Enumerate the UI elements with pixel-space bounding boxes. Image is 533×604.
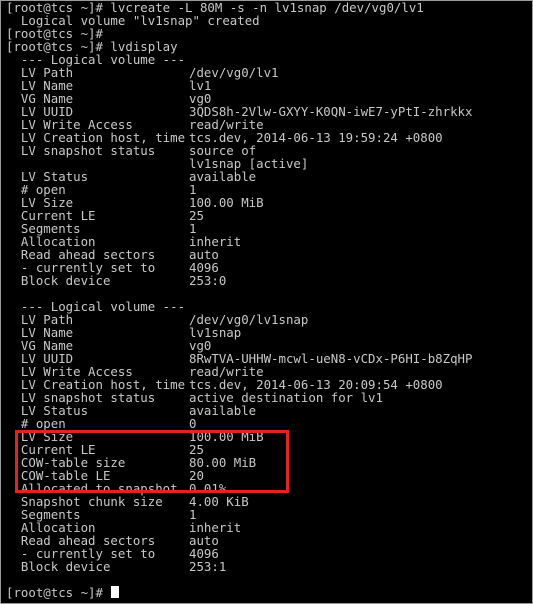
lv-field-value: available	[189, 403, 257, 418]
lv-field-row: Current LE 25	[6, 209, 532, 222]
lv-field-row: Block device 253:0	[6, 274, 532, 287]
lv-field-row: LV Path/dev/vg0/lv1	[6, 66, 532, 79]
lv-field-row: LV Status available	[6, 170, 532, 183]
lv-field-row: Block device 253:1	[6, 560, 532, 573]
prompt-line[interactable]: [root@tcs ~]#	[6, 586, 532, 599]
terminal-window[interactable]: [root@tcs ~]# lvcreate -L 80M -s -n lv1s…	[0, 0, 533, 604]
lv-field-value: 253:0	[189, 273, 227, 288]
lv-field-value: 253:1	[189, 559, 227, 574]
lv-field-row: LV Name lv1	[6, 79, 532, 92]
lv-field-value: available	[189, 169, 257, 184]
lv-field-row: LV Status available	[6, 404, 532, 417]
lv-field-row: LV Name lv1snap	[6, 326, 532, 339]
cursor-block	[111, 586, 120, 598]
shell-prompt: [root@tcs ~]#	[6, 585, 111, 600]
lv-field-row: Snapshot chunk size 4.00 KiB	[6, 495, 532, 508]
lv-field-key: LV snapshot status	[6, 143, 156, 158]
lv-field-key: Block device	[6, 273, 111, 288]
lv-field-value: 4.00 KiB	[189, 494, 249, 509]
terminal-output: [root@tcs ~]# lvcreate -L 80M -s -n lv1s…	[6, 1, 532, 599]
lv-field-row: LV Path/dev/vg0/lv1snap	[6, 313, 532, 326]
lv-field-row: # open 1	[6, 183, 532, 196]
lv-field-row: # open 0	[6, 417, 532, 430]
lv-field-key: Block device	[6, 559, 111, 574]
